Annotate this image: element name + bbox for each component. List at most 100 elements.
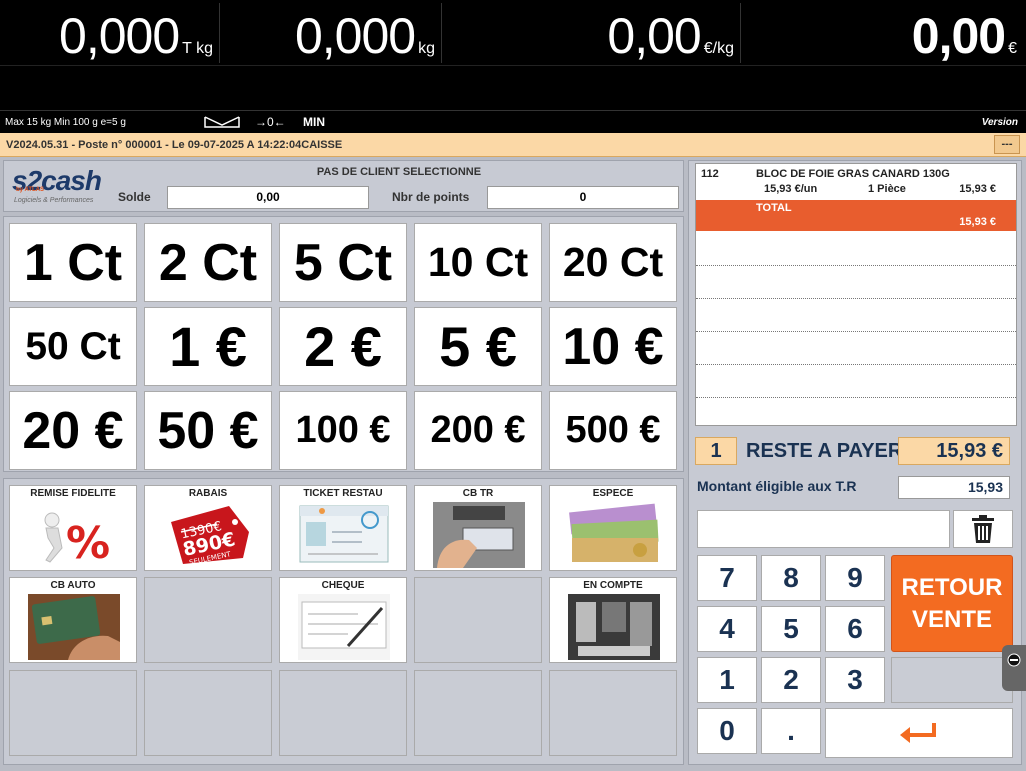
key-7[interactable]: 7 — [697, 555, 757, 601]
scale-display: 0,000 T kg 0,000 kg 0,00 €/kg 0,00 € Max… — [0, 0, 1026, 133]
amount-input[interactable] — [697, 510, 950, 548]
remaining-amount: 15,93 € — [898, 437, 1010, 465]
bill-10eur[interactable]: 10 € — [549, 307, 677, 386]
key-0[interactable]: 0 — [697, 708, 757, 754]
version-label: Version — [981, 116, 1018, 128]
payment-cb-tr[interactable]: CB TR — [414, 485, 542, 571]
ticket-line-qty: 112 — [701, 168, 719, 180]
bill-50eur[interactable]: 50 € — [144, 391, 272, 470]
status-header: V2024.05.31 - Poste n° 000001 - Le 09-07… — [0, 133, 1026, 157]
bill-100eur[interactable]: 100 € — [279, 391, 407, 470]
ticket-list: 112 BLOC DE FOIE GRAS CANARD 130G 15,93 … — [695, 163, 1017, 426]
payment-label: TICKET RESTAU — [303, 488, 383, 499]
zero-indicator: →0← — [255, 115, 286, 129]
credit-card-icon — [28, 594, 120, 660]
meal-voucher-icon — [298, 502, 390, 568]
coin-20ct[interactable]: 20 Ct — [549, 223, 677, 302]
ticket-line-name: BLOC DE FOIE GRAS CANARD 130G — [756, 168, 950, 180]
payment-label: CHEQUE — [321, 580, 365, 591]
pos-screen: 0,000 T kg 0,000 kg 0,00 €/kg 0,00 € Max… — [0, 0, 1026, 771]
payment-espece[interactable]: ESPECE — [549, 485, 677, 571]
logo-by: by ATLAS — [16, 187, 44, 193]
price-value: 0,00 — [607, 8, 701, 64]
coin-1ct[interactable]: 1 Ct — [9, 223, 137, 302]
weight-display: 0,000 kg — [221, 3, 442, 63]
price-tag-icon: 1390€ 890€ SEULEMENT — [163, 502, 255, 568]
total-display: 0,00 € — [742, 3, 1023, 63]
keypad-slot-empty — [891, 657, 1013, 703]
ticket-line[interactable]: 112 BLOC DE FOIE GRAS CANARD 130G 15,93 … — [696, 164, 1016, 200]
ticket-divider — [696, 397, 1016, 398]
payment-remise-fidelite[interactable]: REMISE FIDELITE % — [9, 485, 137, 571]
ticket-total-row: TOTAL 15,93 € — [696, 200, 1016, 231]
tare-value: 0,000 — [59, 8, 180, 64]
logo-subtitle: Logiciels & Performances — [14, 197, 94, 204]
ticket-divider — [696, 265, 1016, 266]
retour-vente-line2: VENTE — [911, 605, 992, 633]
trash-icon — [972, 515, 994, 543]
retour-vente-line1: RETOUR — [901, 573, 1003, 601]
header-menu-button[interactable]: --- — [994, 135, 1020, 154]
enter-arrow-icon — [900, 723, 936, 743]
ticket-line-amount: 15,93 € — [959, 183, 996, 195]
payment-en-compte[interactable]: EN COMPTE — [549, 577, 677, 663]
bill-5eur[interactable]: 5 € — [414, 307, 542, 386]
payment-rabais[interactable]: RABAIS 1390€ 890€ SEULEMENT — [144, 485, 272, 571]
tare-unit: T kg — [182, 40, 213, 57]
total-unit: € — [1008, 40, 1017, 57]
key-4[interactable]: 4 — [697, 606, 757, 652]
cash-grid-panel: 1 Ct 2 Ct 5 Ct 10 Ct 20 Ct 50 Ct 1 € 2 €… — [3, 216, 684, 472]
payment-label: CB AUTO — [50, 580, 96, 591]
payment-label: EN COMPTE — [583, 580, 643, 591]
key-dot[interactable]: . — [761, 708, 821, 754]
key-1[interactable]: 1 — [697, 657, 757, 703]
payment-ticket-restau[interactable]: TICKET RESTAU — [279, 485, 407, 571]
retour-vente-button[interactable]: RETOUR VENTE — [891, 555, 1013, 652]
coin-2ct[interactable]: 2 Ct — [144, 223, 272, 302]
remaining-count: 1 — [695, 437, 737, 465]
scale-limits: Max 15 kg Min 100 g e=5 g — [5, 116, 126, 128]
side-panel-toggle[interactable] — [1002, 645, 1026, 691]
coin-1eur[interactable]: 1 € — [144, 307, 272, 386]
coin-5ct[interactable]: 5 Ct — [279, 223, 407, 302]
total-value: 0,00 — [911, 8, 1006, 64]
key-8[interactable]: 8 — [761, 555, 821, 601]
key-5[interactable]: 5 — [761, 606, 821, 652]
key-9[interactable]: 9 — [825, 555, 885, 601]
payment-slot-empty — [414, 577, 542, 663]
enter-button[interactable] — [825, 708, 1013, 758]
key-2[interactable]: 2 — [761, 657, 821, 703]
ticket-line-count: 1 Pièce — [868, 183, 906, 195]
display-spacer — [0, 65, 1026, 111]
delete-button[interactable] — [953, 510, 1013, 548]
key-3[interactable]: 3 — [825, 657, 885, 703]
ticket-total-value: 15,93 € — [959, 216, 996, 228]
price-display: 0,00 €/kg — [443, 3, 741, 63]
ticket-divider — [696, 331, 1016, 332]
stable-icon — [204, 116, 240, 128]
weight-value: 0,000 — [294, 8, 416, 64]
payment-panel: REMISE FIDELITE % RABAIS 1390€ 890€ SEUL… — [3, 478, 684, 765]
coin-2eur[interactable]: 2 € — [279, 307, 407, 386]
bill-200eur[interactable]: 200 € — [414, 391, 542, 470]
coin-50ct[interactable]: 50 Ct — [9, 307, 137, 386]
points-value: 0 — [487, 186, 679, 209]
weight-unit: kg — [418, 40, 435, 57]
bill-20eur[interactable]: 20 € — [9, 391, 137, 470]
payment-label: CB TR — [462, 488, 494, 499]
tr-eligible-value: 15,93 — [898, 476, 1010, 499]
payment-cb-auto[interactable]: CB AUTO — [9, 577, 137, 663]
payment-slot-empty — [414, 670, 542, 756]
ticket-divider — [696, 364, 1016, 365]
points-label: Nbr de points — [392, 190, 470, 204]
min-indicator: MIN — [303, 115, 325, 129]
payment-label: RABAIS — [188, 488, 228, 499]
coin-10ct[interactable]: 10 Ct — [414, 223, 542, 302]
payment-cheque[interactable]: CHEQUE — [279, 577, 407, 663]
key-6[interactable]: 6 — [825, 606, 885, 652]
solde-label: Solde — [118, 190, 151, 204]
payment-slot-empty — [279, 670, 407, 756]
card-reader-icon — [433, 502, 525, 568]
solde-value: 0,00 — [167, 186, 369, 209]
bill-500eur[interactable]: 500 € — [549, 391, 677, 470]
